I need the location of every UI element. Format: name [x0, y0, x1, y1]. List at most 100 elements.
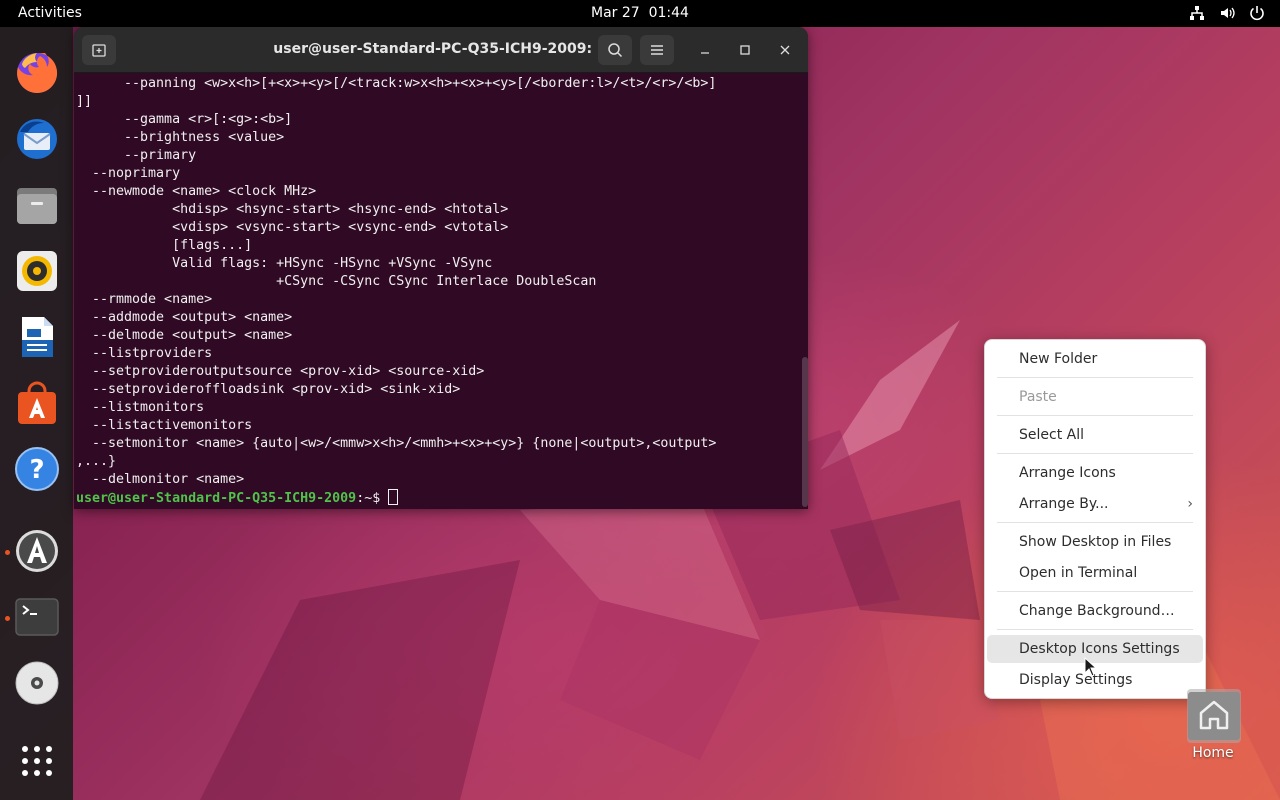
thunderbird-icon	[17, 119, 57, 159]
terminal-icon	[15, 598, 59, 636]
menu-item-select-all[interactable]: Select All	[987, 421, 1203, 449]
menu-separator	[997, 591, 1193, 592]
mouse-pointer-icon	[1084, 657, 1098, 677]
minimize-button[interactable]	[695, 40, 715, 60]
menu-item-arrange-icons[interactable]: Arrange Icons	[987, 459, 1203, 487]
menu-item-change-background[interactable]: Change Background…	[987, 597, 1203, 625]
clock: Mar 27 01:44	[0, 5, 1280, 21]
terminal-line: --addmode <output> <name>	[76, 310, 293, 325]
menu-separator	[997, 522, 1193, 523]
terminal-line: --panning <w>x<h>[+<x>+<y>[/<track:w>x<h…	[76, 76, 717, 91]
volume-icon[interactable]	[1218, 4, 1236, 22]
terminal-line: --setmonitor <name> {auto|<w>/<mmw>x<h>/…	[76, 436, 717, 451]
dock-firefox[interactable]	[13, 49, 61, 97]
dock-help[interactable]: ?	[13, 445, 61, 493]
terminal-output[interactable]: --panning <w>x<h>[+<x>+<y>[/<track:w>x<h…	[74, 75, 800, 509]
minimize-icon	[701, 52, 709, 54]
terminal-line: --newmode <name> <clock MHz>	[76, 184, 317, 199]
desktop-context-menu: New Folder Paste Select All Arrange Icon…	[984, 339, 1206, 699]
maximize-button[interactable]	[735, 40, 755, 60]
home-folder-icon	[1187, 689, 1241, 743]
new-tab-button[interactable]	[82, 35, 116, 65]
menu-separator	[997, 453, 1193, 454]
maximize-icon	[740, 45, 750, 55]
terminal-line: ]]	[76, 94, 93, 109]
terminal-title-text: user@user-Standard-PC-Q35-ICH9-2009: ~	[273, 41, 609, 57]
svg-text:?: ?	[29, 455, 44, 485]
hamburger-menu-button[interactable]	[640, 35, 674, 65]
close-icon	[780, 45, 790, 55]
text-cursor	[388, 489, 399, 505]
terminal-scrollbar[interactable]	[802, 357, 808, 507]
dock-files[interactable]	[13, 181, 61, 229]
activities-button[interactable]: Activities	[18, 5, 82, 21]
terminal-line: +CSync -CSync CSync Interlace DoubleScan	[76, 274, 597, 289]
close-button[interactable]	[775, 40, 795, 60]
terminal-line: --primary	[76, 148, 197, 163]
rhythmbox-icon	[17, 251, 57, 291]
terminal-header-bar[interactable]: user@user-Standard-PC-Q35-ICH9-2009: ~	[74, 27, 808, 73]
terminal-line: --setprovideroffloadsink <prov-xid> <sin…	[76, 382, 461, 397]
terminal-line: --gamma <r>[:<g>:<b>]	[76, 112, 293, 127]
menu-item-arrange-by-label: Arrange By...	[1019, 496, 1109, 512]
app-grid-icon	[22, 746, 52, 776]
software-updater-icon	[16, 530, 58, 572]
hamburger-icon	[651, 45, 663, 55]
new-tab-icon	[92, 44, 106, 57]
dock-software-updater[interactable]	[13, 527, 61, 575]
power-icon[interactable]	[1248, 4, 1266, 22]
running-indicator	[5, 550, 10, 555]
terminal-line: --brightness <value>	[76, 130, 285, 145]
terminal-line: --noprimary	[76, 166, 181, 181]
running-indicator	[5, 616, 10, 621]
terminal-line: --delmode <output> <name>	[76, 328, 293, 343]
terminal-line: ,...}	[76, 454, 117, 469]
clock-time: 01:44	[648, 5, 689, 21]
terminal-line: [flags...]	[76, 238, 253, 253]
menu-item-paste: Paste	[1019, 389, 1057, 405]
app-center-icon	[18, 381, 56, 424]
menu-item-arrange-by[interactable]: Arrange By... ›	[987, 490, 1203, 518]
dock-app-center[interactable]	[13, 379, 61, 427]
search-button[interactable]	[598, 35, 632, 65]
desktop-home-icon[interactable]	[1186, 688, 1242, 744]
top-bar: Activities Mar 27 01:44	[0, 0, 1280, 27]
clock-date: Mar 27	[591, 5, 640, 21]
firefox-icon	[17, 52, 58, 93]
terminal-line: <vdisp> <vsync-start> <vsync-end> <vtota…	[76, 220, 509, 235]
network-icon[interactable]	[1188, 4, 1206, 22]
files-icon	[17, 188, 57, 224]
dock-rhythmbox[interactable]	[13, 247, 61, 295]
terminal-line: --listactivemonitors	[76, 418, 253, 433]
terminal-line: --rmmode <name>	[76, 292, 213, 307]
chevron-right-icon: ›	[1187, 496, 1193, 512]
desktop-home-label: Home	[1192, 745, 1234, 761]
dock: ?	[0, 27, 73, 800]
dock-terminal[interactable]	[13, 593, 61, 641]
prompt-user-host: user@user-Standard-PC-Q35-ICH9-2009	[76, 491, 357, 506]
dock-thunderbird[interactable]	[13, 115, 61, 163]
menu-separator	[997, 629, 1193, 630]
menu-item-open-in-terminal[interactable]: Open in Terminal	[987, 559, 1203, 587]
menu-item-new-folder[interactable]: New Folder	[987, 345, 1203, 373]
terminal-line: Valid flags: +HSync -HSync +VSync -VSync	[76, 256, 493, 271]
dock-libreoffice-writer[interactable]	[13, 313, 61, 361]
terminal-line: <hdisp> <hsync-start> <hsync-end> <htota…	[76, 202, 509, 217]
menu-item-show-desktop-in-files[interactable]: Show Desktop in Files	[987, 528, 1203, 556]
disc-icon	[15, 661, 59, 705]
terminal-line: --listmonitors	[76, 400, 205, 415]
system-tray[interactable]	[1188, 4, 1266, 22]
help-icon: ?	[15, 447, 59, 491]
clock-date-time[interactable]: Mar 27 01:44	[591, 5, 689, 21]
menu-separator	[997, 377, 1193, 378]
terminal-window[interactable]: user@user-Standard-PC-Q35-ICH9-2009: ~ -…	[74, 27, 808, 509]
terminal-line: --setprovideroutputsource <prov-xid> <so…	[76, 364, 485, 379]
writer-icon	[22, 317, 53, 357]
terminal-prompt-line[interactable]: user@user-Standard-PC-Q35-ICH9-2009:~$	[76, 489, 800, 507]
terminal-line: --delmonitor <name>	[76, 472, 245, 487]
dock-disc[interactable]	[13, 659, 61, 707]
terminal-line: --listproviders	[76, 346, 213, 361]
menu-separator	[997, 415, 1193, 416]
show-apps-button[interactable]	[13, 737, 61, 785]
prompt-suffix: :~$	[356, 491, 389, 506]
